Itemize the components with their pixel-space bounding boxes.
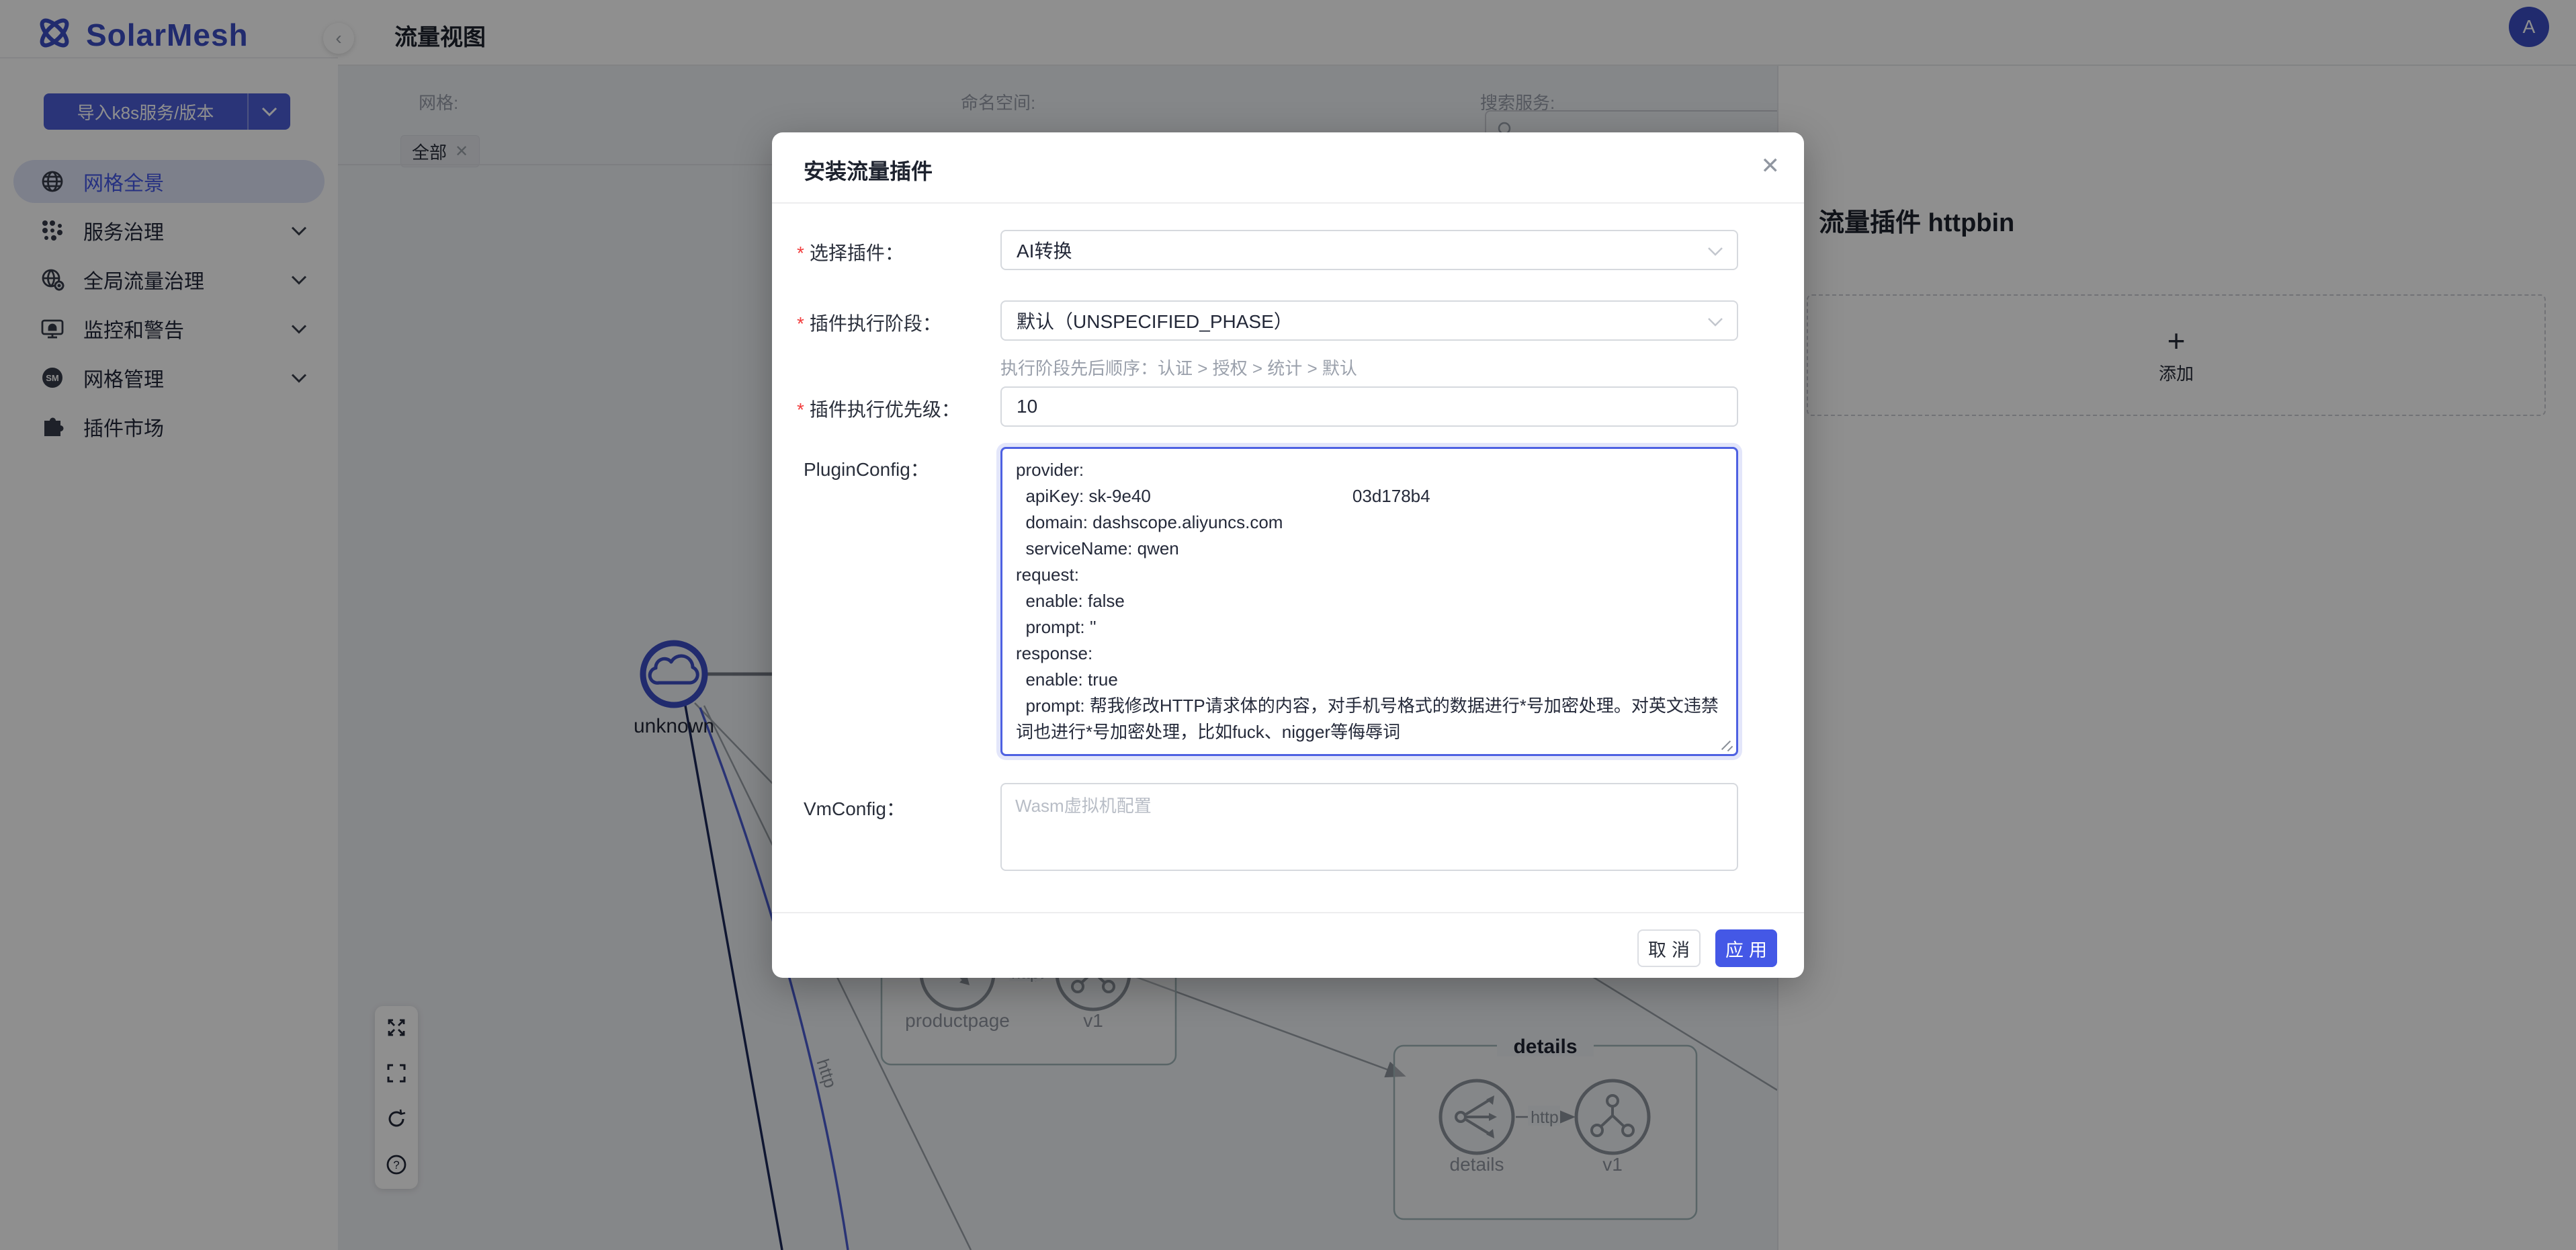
plugin-select[interactable]: AI转换 <box>1000 230 1738 270</box>
modal-title: 安装流量插件 <box>804 155 933 185</box>
modal-footer: 取消 应用 <box>772 912 1804 978</box>
priority-label: 插件执行优先级： <box>797 395 960 422</box>
cancel-button[interactable]: 取消 <box>1637 929 1701 967</box>
config-line: response: <box>1016 640 1723 667</box>
apply-button[interactable]: 应用 <box>1715 929 1777 967</box>
config-line: serviceName: qwen <box>1016 536 1723 562</box>
chevron-down-icon <box>1707 247 1723 257</box>
config-line: apiKey: sk-9e4003d178b4 <box>1016 483 1723 509</box>
phase-label: 插件执行阶段： <box>797 309 941 336</box>
config-line: enable: true <box>1016 667 1723 693</box>
app-root: SolarMesh 导入k8s服务/版本 网格全景服务治理全局流量治理监控和警告… <box>0 0 2576 1250</box>
pluginconfig-textarea[interactable]: provider: apiKey: sk-9e4003d178b4 domain… <box>1000 447 1738 756</box>
vmconfig-label: VmConfig： <box>804 794 905 821</box>
plugin-select-value: AI转换 <box>1017 237 1072 263</box>
resize-handle[interactable] <box>1719 737 1733 751</box>
phase-select-value: 默认（UNSPECIFIED_PHASE） <box>1017 307 1293 334</box>
close-icon[interactable]: ✕ <box>1761 153 1780 179</box>
select-plugin-label: 选择插件： <box>797 239 904 265</box>
config-line: domain: dashscope.aliyuncs.com <box>1016 509 1723 536</box>
modal-header: 安装流量插件 ✕ <box>772 132 1804 204</box>
config-line: prompt: '' <box>1016 614 1723 640</box>
redacted-api-key <box>1151 487 1353 507</box>
priority-input[interactable] <box>1000 386 1738 427</box>
phase-helper-text: 执行阶段先后顺序：认证 > 授权 > 统计 > 默认 <box>1000 355 1357 380</box>
config-line: enable: false <box>1016 588 1723 614</box>
pluginconfig-label: PluginConfig： <box>804 455 929 482</box>
config-line: provider: <box>1016 457 1723 483</box>
config-line: prompt: 帮我修改HTTP请求体的内容，对手机号格式的数据进行*号加密处理… <box>1016 693 1723 745</box>
phase-select[interactable]: 默认（UNSPECIFIED_PHASE） <box>1000 300 1738 341</box>
config-line: request: <box>1016 562 1723 588</box>
chevron-down-icon <box>1707 317 1723 327</box>
vmconfig-textarea[interactable] <box>1000 783 1738 871</box>
install-plugin-modal: 安装流量插件 ✕ 选择插件： AI转换 插件执行阶段： 默认（UNSPECIFI… <box>772 132 1804 978</box>
